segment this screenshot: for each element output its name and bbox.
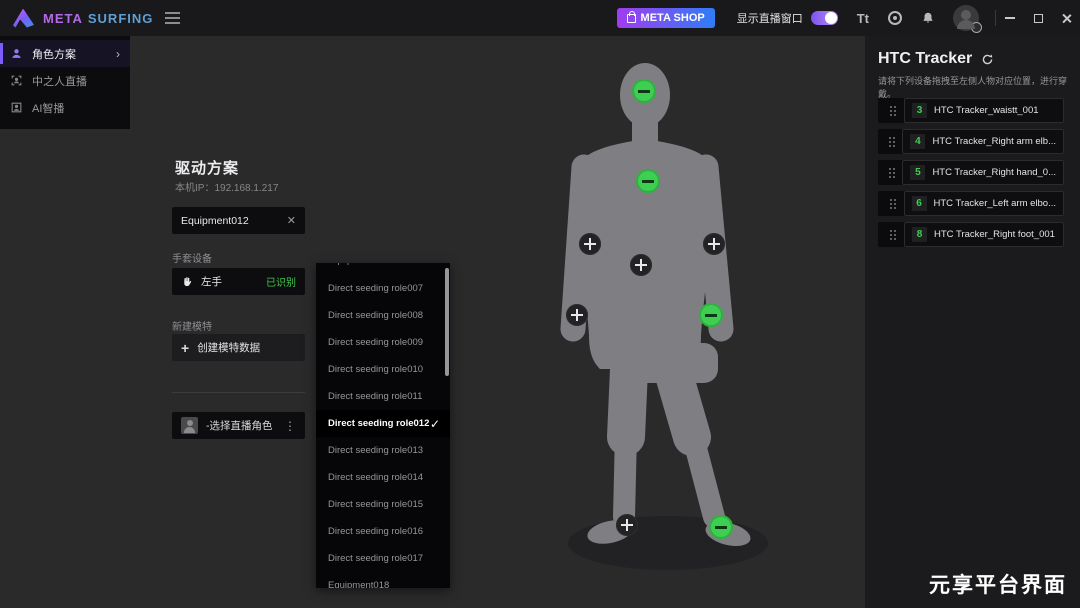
sidebar: 角色方案 › 中之人直播 AI智播 (0, 36, 130, 129)
avatar-badge-icon (971, 22, 982, 33)
marker-left-foot[interactable] (616, 514, 638, 536)
driver-scheme-title: 驱动方案 (175, 157, 239, 178)
show-live-window-label: 显示直播窗口 (737, 10, 803, 26)
marker-head[interactable] (632, 79, 656, 103)
tracker-number-badge: 5 (910, 165, 925, 180)
clear-icon[interactable]: ✕ (287, 214, 296, 227)
marker-right-foot[interactable] (709, 515, 733, 539)
chevron-right-icon: › (116, 47, 120, 61)
meta-shop-label: META SHOP (641, 12, 705, 24)
record-icon[interactable] (888, 11, 902, 25)
sidebar-item-label: 角色方案 (32, 46, 76, 62)
dropdown-item[interactable]: Direct seeding role008 (316, 302, 450, 329)
tracker-number-badge: 6 (912, 196, 927, 211)
local-ip-label: 本机IP：192.168.1.217 (175, 179, 278, 194)
person-frame-icon (10, 74, 23, 87)
marker-waist[interactable] (630, 254, 652, 276)
tracker-item[interactable]: 8 HTC Tracker_Right foot_001 (878, 222, 1064, 247)
sidebar-item-role-scheme[interactable]: 角色方案 › (0, 40, 130, 67)
tracker-item-label: HTC Tracker_Right hand_0... (932, 167, 1056, 178)
tracker-item-label: HTC Tracker_Right arm elb... (932, 136, 1056, 147)
app-logo-icon (13, 9, 34, 28)
glove-hand-label: 左手 (201, 274, 258, 289)
dropdown-item[interactable]: Direct seeding role015 (316, 491, 450, 518)
role-dropdown: Equipment006 Direct seeding role007Direc… (316, 263, 450, 588)
dropdown-item[interactable]: Direct seeding role012✓ (316, 410, 450, 437)
role-avatar-icon (181, 417, 198, 434)
tracker-item-label: HTC Tracker_waistt_001 (934, 105, 1039, 116)
plus-icon: + (181, 341, 189, 355)
minimize-button[interactable] (996, 0, 1024, 36)
tracker-item[interactable]: 3 HTC Tracker_waistt_001 (878, 98, 1064, 123)
dropdown-item-partial-bottom[interactable]: Equipment018 (316, 572, 450, 588)
check-icon: ✓ (430, 417, 440, 431)
marker-left-hand[interactable] (699, 303, 723, 327)
tracker-item[interactable]: 4 HTC Tracker_Right arm elb... (878, 129, 1064, 154)
brand-meta: META (43, 11, 83, 26)
sidebar-item-label: AI智播 (32, 100, 64, 116)
new-model-section-label: 新建模特 (172, 318, 212, 333)
text-tool-icon[interactable]: Tt (857, 11, 869, 26)
select-live-role-field[interactable]: -选择直播角色 ⋮ (172, 412, 305, 439)
titlebar: META SURFING META SHOP 显示直播窗口 Tt (0, 0, 1080, 36)
person-square-icon (10, 101, 23, 114)
section-divider (172, 392, 305, 393)
tracker-item[interactable]: 5 HTC Tracker_Right hand_0... (878, 160, 1064, 185)
dropdown-item[interactable]: Direct seeding role011 (316, 383, 450, 410)
create-model-button[interactable]: + 创建模特数据 (172, 334, 305, 361)
select-role-value: -选择直播角色 (206, 418, 276, 433)
brand-surfing: SURFING (88, 11, 154, 26)
tracker-item[interactable]: 6 HTC Tracker_Left arm elbo... (878, 191, 1064, 216)
platform-watermark: 元享平台界面 (929, 569, 1067, 599)
dropdown-item[interactable]: Direct seeding role013 (316, 437, 450, 464)
dropdown-item[interactable]: Direct seeding role014 (316, 464, 450, 491)
tracker-panel-title: HTC Tracker (878, 50, 972, 68)
equipment-value: Equipment012 (181, 215, 279, 227)
dropdown-item[interactable]: Direct seeding role009 (316, 329, 450, 356)
sidebar-item-ai-broadcast[interactable]: AI智播 (0, 94, 130, 121)
dropdown-item-partial-top[interactable]: Equipment006 (316, 263, 450, 275)
equipment-select-field[interactable]: Equipment012 ✕ (172, 207, 305, 234)
glove-hand-icon (181, 276, 193, 288)
app-window: META SURFING META SHOP 显示直播窗口 Tt 角色方案 › (0, 0, 1080, 608)
dropdown-item[interactable]: Direct seeding role007 (316, 275, 450, 302)
marker-chest[interactable] (636, 169, 660, 193)
tracker-number-badge: 8 (912, 227, 927, 242)
show-live-window-toggle[interactable] (811, 11, 838, 25)
dropdown-item[interactable]: Direct seeding role010 (316, 356, 450, 383)
person-icon (10, 47, 23, 60)
marker-left-elbow[interactable] (703, 233, 725, 255)
dropdown-item[interactable]: Direct seeding role017 (316, 545, 450, 572)
sidebar-item-label: 中之人直播 (32, 73, 87, 89)
marker-right-hand[interactable] (566, 304, 588, 326)
glove-status-badge: 已识别 (266, 274, 296, 289)
shop-bag-icon (627, 14, 636, 23)
maximize-button[interactable] (1024, 0, 1052, 36)
meta-shop-button[interactable]: META SHOP (617, 8, 715, 28)
kebab-menu-icon[interactable]: ⋮ (284, 419, 296, 433)
dropdown-item[interactable]: Direct seeding role016 (316, 518, 450, 545)
tracker-item-label: HTC Tracker_Left arm elbo... (934, 198, 1056, 209)
tracker-number-badge: 3 (912, 103, 927, 118)
tracker-number-badge: 4 (910, 134, 925, 149)
htc-tracker-panel: HTC Tracker 请将下列设备拖拽至左侧人物对应位置，进行穿戴。 3 HTC… (865, 36, 1080, 608)
tracker-panel-subtitle: 请将下列设备拖拽至左侧人物对应位置，进行穿戴。 (878, 74, 1073, 100)
sidebar-item-avatar-live[interactable]: 中之人直播 (0, 67, 130, 94)
app-title: META SURFING (43, 11, 153, 26)
notifications-bell-icon[interactable] (921, 11, 935, 25)
marker-right-elbow[interactable] (579, 233, 601, 255)
tracker-item-label: HTC Tracker_Right foot_001 (934, 229, 1055, 240)
dropdown-scrollbar[interactable] (445, 268, 449, 376)
refresh-icon[interactable] (981, 53, 994, 66)
close-button[interactable] (1052, 0, 1080, 36)
hamburger-menu-icon[interactable] (165, 9, 180, 27)
user-avatar[interactable] (953, 5, 979, 31)
glove-section-label: 手套设备 (172, 250, 212, 265)
glove-device-row[interactable]: 左手 已识别 (172, 268, 305, 295)
create-model-label: 创建模特数据 (197, 340, 260, 355)
